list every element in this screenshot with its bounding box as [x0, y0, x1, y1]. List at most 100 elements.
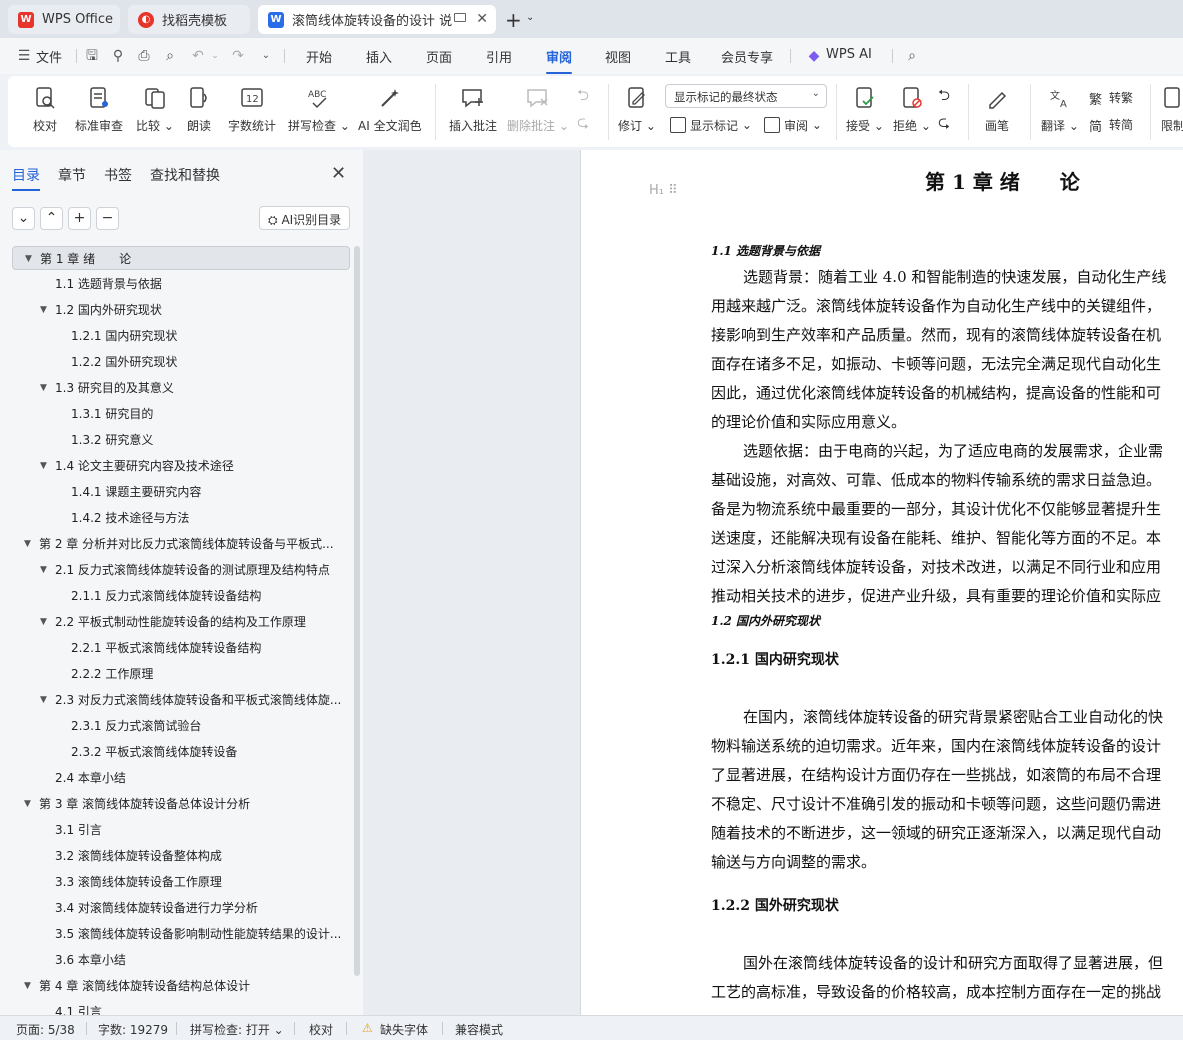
accept-button[interactable]: 接受 ⌄ — [846, 82, 884, 140]
toc-item[interactable]: ▼ 第 1 章 绪 论 — [12, 246, 350, 270]
collapse-arrow-icon[interactable]: ▼ — [40, 376, 47, 400]
insert-comment-button[interactable]: 插入批注 — [449, 82, 497, 140]
undo-dropdown-icon[interactable]: ⌄ — [207, 48, 223, 64]
toc-item[interactable]: 2.4 本章小结 — [12, 766, 350, 790]
toc-item[interactable]: ▼ 2.1 反力式滚筒线体旋转设备的测试原理及结构特点 — [12, 558, 350, 582]
nav-tab-bookmarks[interactable]: 书签 — [104, 165, 132, 185]
menu-hamburger-icon[interactable]: ☰ — [16, 48, 32, 64]
nav-tab-toc[interactable]: 目录 — [12, 165, 40, 191]
print-icon[interactable]: ⎙ — [136, 48, 152, 64]
print-preview-icon[interactable]: ⌕ — [162, 48, 178, 64]
compat-mode-status[interactable]: 兼容模式 — [455, 1021, 503, 1038]
redo-icon[interactable]: ↷ — [230, 48, 246, 64]
toc-item[interactable]: 3.5 滚筒线体旋转设备影响制动性能旋转结果的设计... — [12, 922, 350, 946]
tab-document[interactable]: W 滚筒线体旋转设备的设计 说明 ✕ — [258, 5, 496, 34]
save-icon[interactable]: 🖫 — [84, 48, 100, 64]
menu-review[interactable]: 审阅 — [546, 47, 573, 74]
tab-docer-templates[interactable]: ◐ 找稻壳模板 — [128, 5, 250, 34]
ai-toc-button[interactable]: ⛭ AI识别目录 — [259, 206, 350, 230]
compare-button[interactable]: 比较 ⌄ — [136, 82, 174, 140]
toc-item[interactable]: 1.2.1 国内研究现状 — [12, 324, 350, 348]
menu-home[interactable]: 开始 — [306, 47, 332, 66]
to-simplified-button[interactable]: 简 转简 — [1089, 113, 1133, 136]
search-icon[interactable]: ⌕ — [904, 48, 920, 64]
share-icon[interactable]: ⚲ — [110, 48, 126, 64]
spell-check-button[interactable]: ABC 拼写检查 ⌄ — [288, 82, 350, 140]
pen-button[interactable]: 画笔 — [984, 82, 1010, 140]
collapse-arrow-icon[interactable]: ▼ — [24, 974, 31, 998]
toc-item[interactable]: 1.3.2 研究意义 — [12, 428, 350, 452]
close-tab-icon[interactable]: ✕ — [476, 11, 488, 27]
toc-item[interactable]: 3.6 本章小结 — [12, 948, 350, 972]
review-pane-button[interactable]: 审阅 ⌄ — [764, 114, 822, 136]
toc-item[interactable]: 3.2 滚筒线体旋转设备整体构成 — [12, 844, 350, 868]
tab-list-dropdown-icon[interactable]: ⌄ — [526, 12, 534, 23]
show-markup-button[interactable]: 显示标记 ⌄ — [670, 114, 752, 136]
toc-item[interactable]: 1.4.2 技术途径与方法 — [12, 506, 350, 530]
translate-button[interactable]: 文A 翻译 ⌄ — [1041, 82, 1079, 140]
toc-item[interactable]: 2.2.1 平板式滚筒线体旋转设备结构 — [12, 636, 350, 660]
remove-heading-button[interactable]: − — [96, 207, 119, 230]
next-change-icon[interactable]: ⮎ — [938, 113, 950, 135]
proofread-button[interactable]: 校对 — [32, 82, 58, 140]
word-count[interactable]: 字数: 19279 — [98, 1021, 168, 1038]
page-indicator[interactable]: 页面: 5/38 — [16, 1021, 75, 1038]
toc-item[interactable]: 3.4 对滚筒线体旋转设备进行力学分析 — [12, 896, 350, 920]
toc-item[interactable]: ▼ 1.2 国内外研究现状 — [12, 298, 350, 322]
document-page[interactable]: H₁ ⠿ 第 1 章 绪 论 1.1 选题背景与依据 选题背景：随着工业 4.0… — [580, 150, 1183, 1015]
toc-item[interactable]: 1.4.1 课题主要研究内容 — [12, 480, 350, 504]
ai-polish-button[interactable]: AI 全文润色 — [358, 82, 422, 140]
toc-item[interactable]: ▼ 第 3 章 滚筒线体旋转设备总体设计分析 — [12, 792, 350, 816]
menu-insert[interactable]: 插入 — [366, 47, 392, 66]
toc-item[interactable]: ▼ 第 4 章 滚筒线体旋转设备结构总体设计 — [12, 974, 350, 998]
add-heading-button[interactable]: + — [68, 207, 91, 230]
to-traditional-button[interactable]: 繁 转繁 — [1089, 86, 1133, 109]
menu-view[interactable]: 视图 — [605, 47, 631, 66]
toc-item[interactable]: ▼ 1.4 论文主要研究内容及技术途径 — [12, 454, 350, 478]
toc-item[interactable]: 1.3.1 研究目的 — [12, 402, 350, 426]
markup-display-select[interactable]: 显示标记的最终状态 ⌄ — [665, 84, 827, 108]
collapse-arrow-icon[interactable]: ▼ — [40, 454, 47, 478]
nav-tab-sections[interactable]: 章节 — [58, 165, 86, 185]
toc-item[interactable]: 2.3.1 反力式滚筒试验台 — [12, 714, 350, 738]
previous-comment-icon[interactable]: ⮌ — [577, 86, 589, 108]
standard-review-button[interactable]: 标准审查 — [75, 82, 123, 140]
nav-tab-find-replace[interactable]: 查找和替换 — [150, 165, 220, 185]
more-dropdown-icon[interactable]: ⌄ — [258, 48, 274, 64]
proof-status[interactable]: 校对 — [309, 1021, 333, 1038]
menu-wps-ai[interactable]: WPS AI — [826, 47, 872, 62]
expand-down-button[interactable]: ⌄ — [12, 207, 35, 230]
undo-icon[interactable]: ↶ — [190, 48, 206, 64]
tab-wps-office[interactable]: W WPS Office — [8, 5, 120, 34]
read-aloud-button[interactable]: 朗读 — [186, 82, 212, 140]
toc-item[interactable]: 3.1 引言 — [12, 818, 350, 842]
toc-item[interactable]: ▼ 2.2 平板式制动性能旋转设备的结构及工作原理 — [12, 610, 350, 634]
collapse-arrow-icon[interactable]: ▼ — [40, 558, 47, 582]
collapse-arrow-icon[interactable]: ▼ — [40, 298, 47, 322]
nav-scrollbar[interactable] — [354, 246, 360, 976]
toc-item[interactable]: 2.2.2 工作原理 — [12, 662, 350, 686]
toc-item[interactable]: 3.3 滚筒线体旋转设备工作原理 — [12, 870, 350, 894]
collapse-arrow-icon[interactable]: ▼ — [24, 532, 31, 556]
toc-item[interactable]: 1.1 选题背景与依据 — [12, 272, 350, 296]
toc-item[interactable]: 2.3.2 平板式滚筒线体旋转设备 — [12, 740, 350, 764]
collapse-arrow-icon[interactable]: ▼ — [40, 610, 47, 634]
new-tab-icon[interactable]: + — [505, 8, 522, 32]
menu-file[interactable]: 文件 — [36, 47, 62, 66]
heading-handle-icon[interactable]: H₁ ⠿ — [649, 183, 678, 198]
toc-item[interactable]: 4.1 引言 — [12, 1000, 350, 1015]
menu-member[interactable]: 会员专享 — [721, 47, 773, 66]
toc-item[interactable]: ▼ 第 2 章 分析并对比反力式滚筒线体旋转设备与平板式... — [12, 532, 350, 556]
toc-item[interactable]: ▼ 2.3 对反力式滚筒线体旋转设备和平板式滚筒线体旋... — [12, 688, 350, 712]
collapse-arrow-icon[interactable]: ▼ — [25, 247, 32, 269]
menu-page[interactable]: 页面 — [426, 47, 452, 66]
collapse-arrow-icon[interactable]: ▼ — [24, 792, 31, 816]
monitor-icon[interactable] — [454, 13, 466, 22]
reject-button[interactable]: 拒绝 ⌄ — [893, 82, 931, 140]
next-comment-icon[interactable]: ⮎ — [577, 113, 589, 135]
close-panel-icon[interactable]: ✕ — [331, 163, 346, 184]
collapse-arrow-icon[interactable]: ▼ — [40, 688, 47, 712]
toc-item[interactable]: 1.2.2 国外研究现状 — [12, 350, 350, 374]
menu-tools[interactable]: 工具 — [665, 47, 691, 66]
spell-check-status[interactable]: 拼写检查: 打开 ⌄ — [190, 1021, 284, 1038]
